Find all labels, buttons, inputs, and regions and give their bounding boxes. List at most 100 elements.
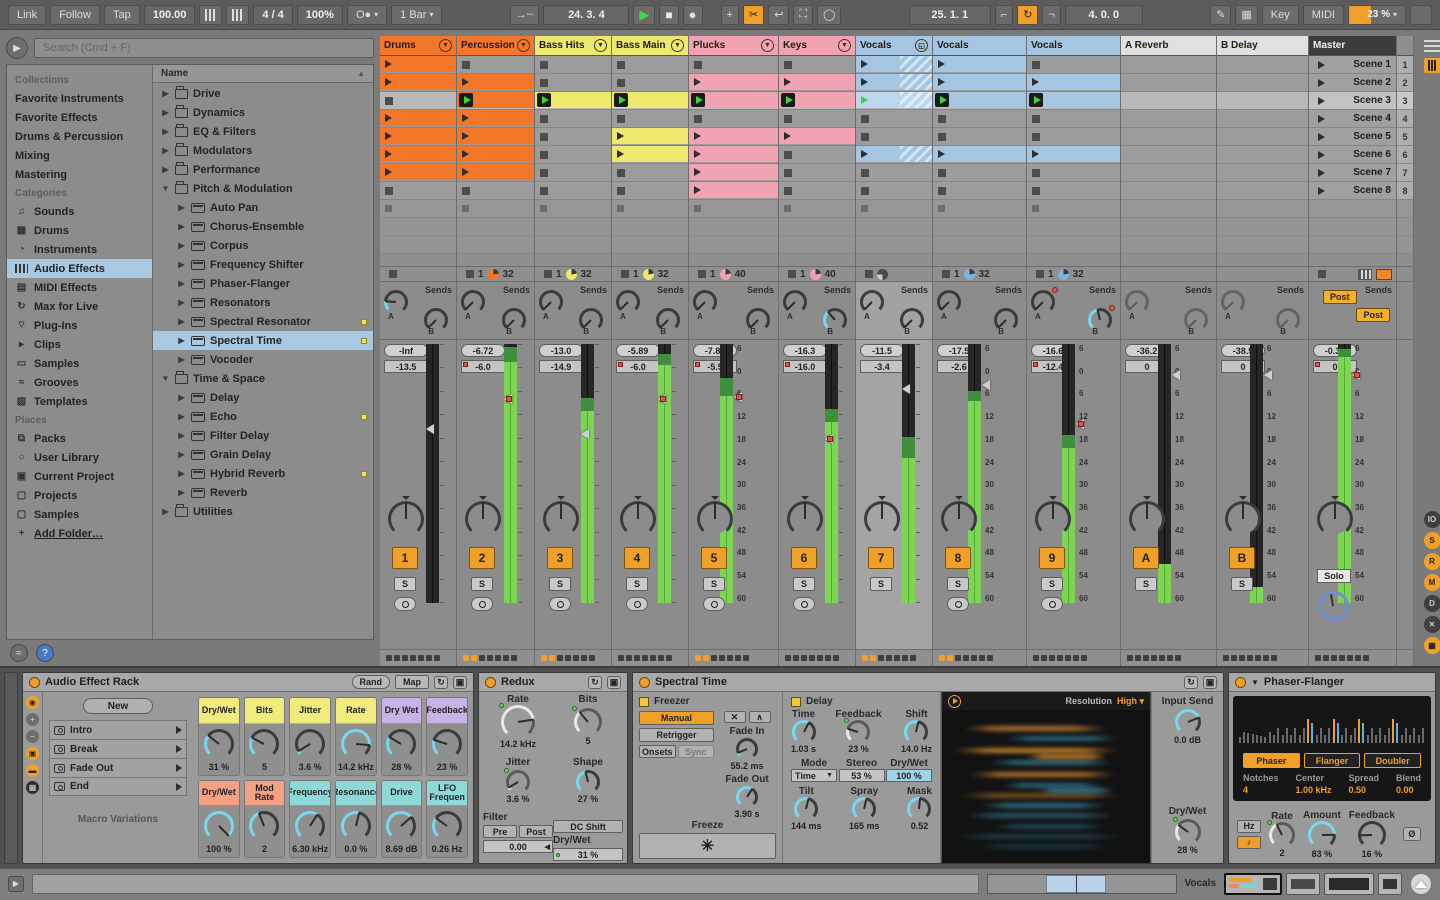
loop-button[interactable]: ↻ <box>1017 4 1039 25</box>
tree-item[interactable]: ▶ Phaser-Flanger <box>153 274 373 293</box>
notches-value[interactable]: 4 <box>1243 785 1279 795</box>
macro-knob[interactable] <box>386 811 417 841</box>
clip-slot[interactable] <box>612 146 688 164</box>
arm-button[interactable] <box>703 597 725 611</box>
clip-slot[interactable] <box>457 74 534 92</box>
clip-slot[interactable] <box>380 110 456 128</box>
save-preset-icon[interactable]: ▣ <box>607 675 621 689</box>
tree-item[interactable]: ▶ Delay <box>153 388 373 407</box>
arm-button[interactable] <box>471 597 493 611</box>
time-signature-field[interactable]: 4 / 4 <box>253 4 293 25</box>
expand-icon[interactable]: ▶ <box>177 488 186 497</box>
clip-slot[interactable] <box>1217 110 1308 128</box>
expand-icon[interactable]: ▶ <box>177 298 186 307</box>
track-activator-button[interactable]: 1 <box>392 547 418 569</box>
macro-knob[interactable] <box>432 811 463 841</box>
master-solo-button[interactable]: Solo <box>1317 569 1351 583</box>
clip-slot[interactable] <box>1027 128 1120 146</box>
punch-in-button[interactable]: ⌐ <box>994 4 1014 25</box>
save-preset-icon[interactable]: ▣ <box>453 675 467 689</box>
clip-slot[interactable] <box>1217 164 1308 182</box>
meter-view-icon[interactable] <box>1358 268 1372 280</box>
re-enable-automation-button[interactable]: ↩ <box>768 4 790 25</box>
sidebar-item-collection[interactable]: Mastering <box>7 165 152 184</box>
session-record-button[interactable]: ◯ <box>817 4 842 25</box>
toggle-crossfader-icon[interactable]: ✕ <box>1423 616 1440 633</box>
variation-launch-icon[interactable] <box>176 782 182 791</box>
clip-slot[interactable] <box>856 164 932 182</box>
pan-knob[interactable] <box>697 496 733 537</box>
sidebar-item-sounds[interactable]: ♫ Sounds <box>7 202 152 221</box>
tree-item[interactable]: ▶ Grain Delay <box>153 445 373 464</box>
delay-checkbox[interactable] <box>791 696 801 707</box>
stop-all-clips-button[interactable] <box>1036 270 1044 278</box>
sidebar-item-drums[interactable]: ▦ Drums <box>7 221 152 240</box>
sidebar-item-templates[interactable]: ▧ Templates <box>7 392 152 411</box>
sidebar-item-collection[interactable]: Drums & Percussion <box>7 127 152 146</box>
device-on-led[interactable] <box>29 676 40 688</box>
crossfade-meter[interactable] <box>541 655 595 661</box>
fold-device-icon[interactable]: ▼ <box>1251 678 1259 687</box>
scene-slot[interactable]: Scene 4 <box>1309 110 1396 128</box>
sidebar-item-current-project[interactable]: ▣ Current Project <box>7 467 152 486</box>
clip-slot[interactable] <box>1217 92 1308 110</box>
clip-slot[interactable] <box>856 110 932 128</box>
clip-slot[interactable] <box>457 182 534 200</box>
tree-item[interactable]: ▶ Chorus-Ensemble <box>153 217 373 236</box>
track-dropdown-icon[interactable]: ▼ <box>671 39 684 52</box>
clip-slot[interactable] <box>689 128 778 146</box>
clip-slot[interactable] <box>457 92 534 110</box>
scene-play-icon[interactable] <box>1318 78 1325 87</box>
macro-knob[interactable] <box>295 811 326 841</box>
expand-icon[interactable]: ▶ <box>161 127 170 136</box>
rack-thumbnail[interactable] <box>1224 872 1282 895</box>
sidebar-item-clips[interactable]: ▸ Clips <box>7 335 152 354</box>
clip-slot[interactable] <box>779 164 855 182</box>
solo-button[interactable]: S <box>1231 577 1253 591</box>
tree-item[interactable]: ▼ Pitch & Modulation <box>153 179 373 198</box>
scene-number[interactable]: 8 <box>1397 182 1413 200</box>
sidebar-item-instruments[interactable]: ◔ Instruments <box>7 240 152 259</box>
bits-knob[interactable] <box>572 706 602 736</box>
feedback-invert-button[interactable]: Ø <box>1402 827 1421 841</box>
dc-shift-button[interactable]: DC Shift <box>553 820 623 833</box>
solo-button[interactable]: S <box>793 577 815 591</box>
clip-slot[interactable] <box>380 128 456 146</box>
tree-item[interactable]: ▶ Modulators <box>153 141 373 160</box>
preview-button[interactable]: ▶ <box>6 37 28 59</box>
clip-slot[interactable] <box>1121 146 1216 164</box>
volume-field[interactable]: -6.0 <box>461 360 505 373</box>
sidebar-item-packs[interactable]: ⧉ Packs <box>7 429 152 448</box>
scene-slot[interactable]: Scene 3 <box>1309 92 1396 110</box>
expand-icon[interactable]: ▶ <box>177 241 186 250</box>
scene-play-icon[interactable] <box>1318 150 1325 159</box>
expand-icon[interactable]: ▶ <box>177 260 186 269</box>
variation-row[interactable]: Break <box>49 739 187 758</box>
cpu-meter[interactable]: 23 % ▾ <box>1348 4 1406 25</box>
spectrum-play-icon[interactable] <box>948 694 961 708</box>
stop-all-clips-button[interactable] <box>698 270 706 278</box>
clip-slot[interactable] <box>779 110 855 128</box>
spray-knob[interactable] <box>852 797 877 821</box>
sidebar-item-grooves[interactable]: ≈ Grooves <box>7 373 152 392</box>
clip-slot[interactable] <box>1217 56 1308 74</box>
input-send-knob[interactable] <box>1174 709 1201 735</box>
clip-slot[interactable] <box>380 164 456 182</box>
track-activator-button[interactable]: 6 <box>791 547 817 569</box>
clip-slot[interactable] <box>1027 56 1120 74</box>
tree-item[interactable]: ▶ Filter Delay <box>153 426 373 445</box>
rack-variations-icon[interactable]: ▣ <box>26 747 39 760</box>
rate-knob[interactable] <box>1267 819 1295 848</box>
tree-item[interactable]: ▶ Auto Pan <box>153 198 373 217</box>
device-drop-strip[interactable] <box>4 672 18 864</box>
scene-play-icon[interactable] <box>1318 168 1325 177</box>
send-a-knob[interactable] <box>1221 290 1245 314</box>
clip-slot[interactable] <box>1121 74 1216 92</box>
clip-slot[interactable] <box>779 56 855 74</box>
toggle-returns-icon[interactable]: R <box>1423 553 1440 570</box>
drywet-field[interactable]: 100 % <box>886 769 932 782</box>
tree-item[interactable]: ▶ Dynamics <box>153 103 373 122</box>
clip-slot[interactable] <box>457 146 534 164</box>
clip-slot[interactable] <box>689 92 778 110</box>
track-dropdown-icon[interactable]: ▼ <box>838 39 851 52</box>
